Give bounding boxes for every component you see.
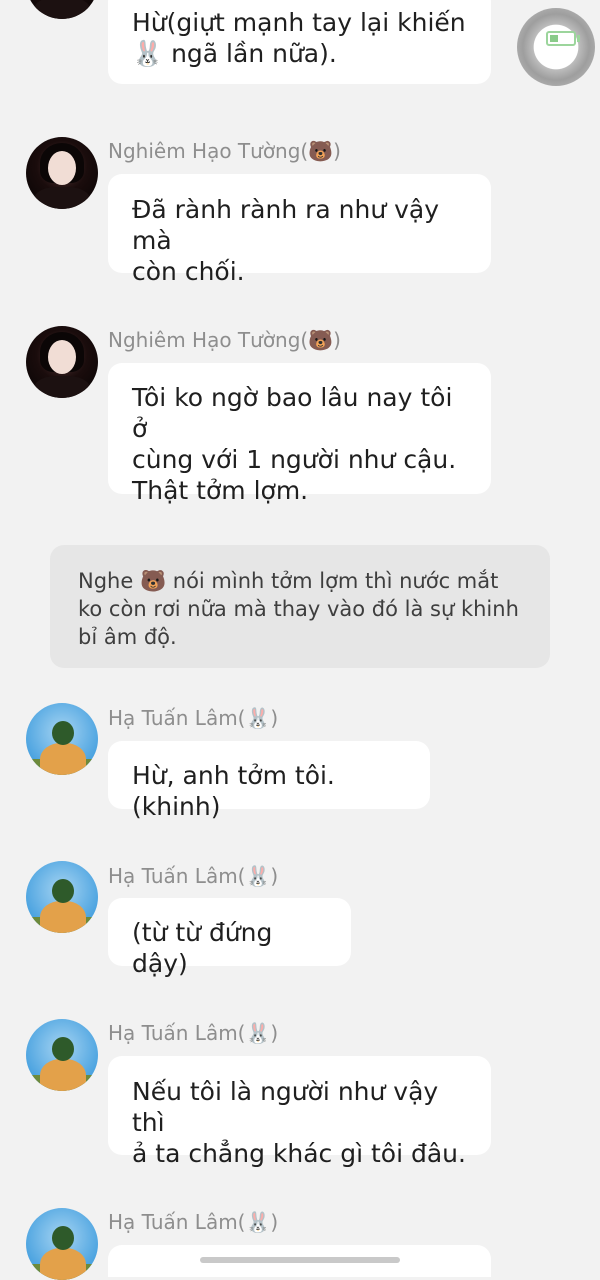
battery-tip: [577, 35, 580, 42]
message-bubble: Nếu tôi là người như vậy thì ả ta chẳng …: [108, 1056, 491, 1168]
sender-name: Hạ Tuấn Lâm(🐰): [108, 1210, 279, 1234]
avatar-nghiem-hao-tuong[interactable]: [26, 137, 98, 209]
avatar-nghiem-hao-tuong[interactable]: [26, 0, 98, 19]
sender-name: Hạ Tuấn Lâm(🐰): [108, 1021, 279, 1045]
avatar-ha-tuan-lam[interactable]: [26, 861, 98, 933]
home-indicator[interactable]: [200, 1257, 400, 1263]
message-bubble: Tôi ko ngờ bao lâu nay tôi ở cùng với 1 …: [108, 363, 491, 505]
avatar-ha-tuan-lam[interactable]: [26, 1019, 98, 1091]
message-bubble: (từ từ đứng dậy): [108, 898, 351, 978]
narration-box: Nghe 🐻 nói mình tởm lợm thì nước mắt ko …: [50, 545, 550, 668]
message-bubble: Hừ, anh tởm tôi.(khinh): [108, 741, 430, 821]
sender-name: Nghiêm Hạo Tường(🐻): [108, 328, 341, 352]
sender-name: Nghiêm Hạo Tường(🐻): [108, 139, 341, 163]
floating-assistive-button[interactable]: [517, 8, 595, 86]
message-bubble: Đã rành rành ra như vậy mà còn chối.: [108, 174, 491, 286]
battery-icon: [546, 31, 576, 46]
avatar-nghiem-hao-tuong[interactable]: [26, 326, 98, 398]
message-bubble: Hừ(giựt mạnh tay lại khiến 🐰 ngã lần nữa…: [108, 0, 491, 84]
avatar-ha-tuan-lam[interactable]: [26, 1208, 98, 1280]
avatar-ha-tuan-lam[interactable]: [26, 703, 98, 775]
sender-name: Hạ Tuấn Lâm(🐰): [108, 706, 279, 730]
sender-name: Hạ Tuấn Lâm(🐰): [108, 864, 279, 888]
